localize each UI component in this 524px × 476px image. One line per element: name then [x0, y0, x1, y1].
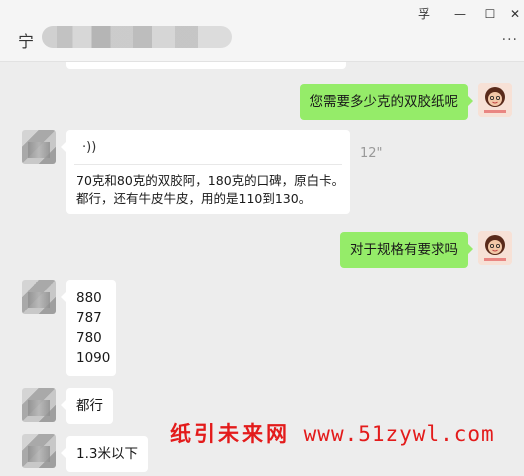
- voice-message-bubble[interactable]: ·)) 70克和80克的双胶阿，180克的口碑，原白卡。都行，还有牛皮牛皮，用的…: [61, 130, 350, 214]
- message-line: 787: [76, 310, 102, 326]
- my-avatar[interactable]: [478, 83, 512, 117]
- contact-avatar[interactable]: [22, 388, 56, 422]
- close-icon[interactable]: ✕: [505, 6, 524, 22]
- message-line: 780: [76, 330, 102, 346]
- watermark: 纸引未来网 www.51zywl.com: [170, 418, 495, 448]
- more-options-icon[interactable]: ···: [502, 32, 518, 48]
- chat-title-bar: 孚 — ☐ ✕ 宁 ···: [0, 0, 524, 62]
- voice-wave-icon: ·)): [82, 140, 97, 155]
- message-line: 1090: [76, 350, 111, 366]
- sent-message-bubble[interactable]: 您需要多少克的双胶纸呢: [299, 84, 473, 120]
- sent-message-bubble[interactable]: 对于规格有要求吗: [340, 232, 473, 268]
- watermark-url: www.51zywl.com: [303, 422, 495, 446]
- minimize-icon[interactable]: —: [450, 6, 470, 22]
- message-line: 880: [76, 290, 102, 306]
- contact-avatar[interactable]: [22, 280, 56, 314]
- contact-name-text: 宁: [18, 32, 35, 51]
- pin-icon[interactable]: 孚: [414, 6, 434, 22]
- voice-divider: [74, 164, 342, 165]
- previous-message-bubble: [66, 62, 346, 69]
- maximize-icon[interactable]: ☐: [480, 6, 500, 22]
- contact-avatar[interactable]: [22, 434, 56, 468]
- received-message-bubble[interactable]: 都行: [61, 388, 113, 424]
- received-message-bubble[interactable]: 1.3米以下: [61, 436, 148, 472]
- received-message-bubble[interactable]: 880 787 780 1090: [61, 280, 116, 376]
- contact-name: 宁: [18, 26, 232, 51]
- contact-name-blur: [42, 26, 232, 48]
- voice-duration: 12": [360, 146, 383, 161]
- voice-transcript: 70克和80克的双胶阿，180克的口碑，原白卡。都行，还有牛皮牛皮，用的是110…: [76, 173, 345, 206]
- my-avatar[interactable]: [478, 231, 512, 265]
- watermark-cn: 纸引未来网: [170, 422, 290, 446]
- contact-avatar[interactable]: [22, 130, 56, 164]
